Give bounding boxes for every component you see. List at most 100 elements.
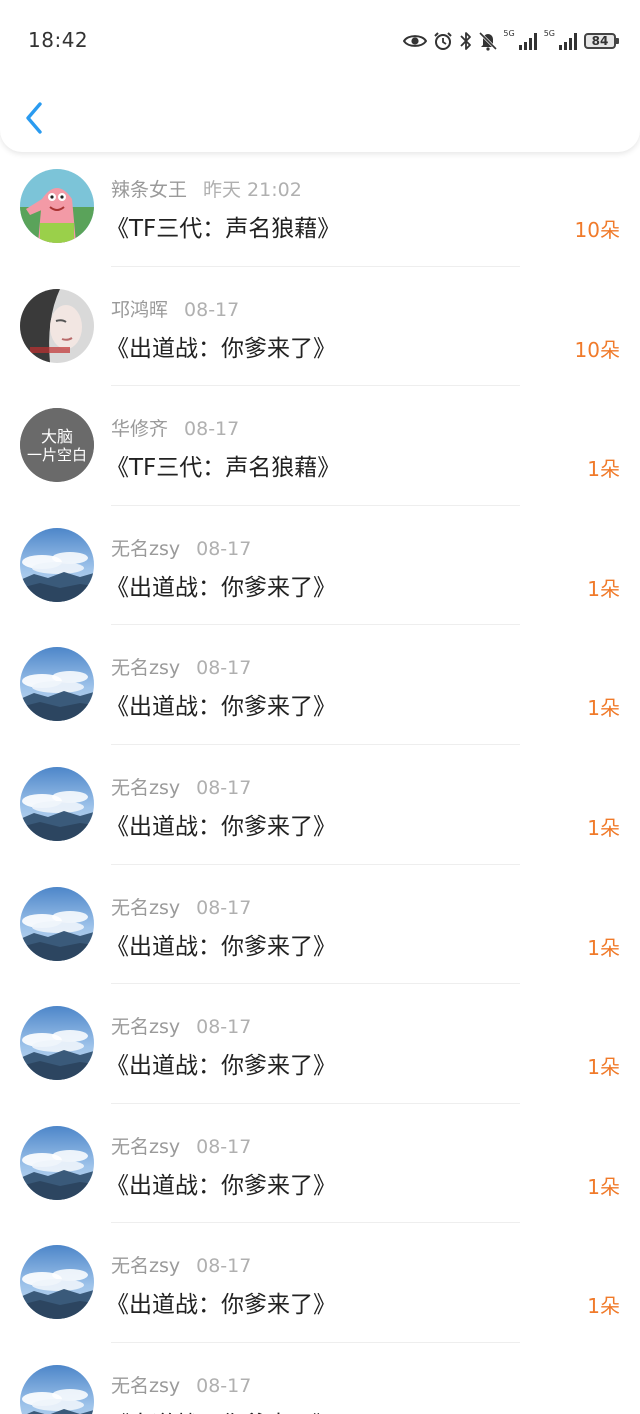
gift-date: 08-17 xyxy=(196,1016,252,1039)
flower-count: 1朵 xyxy=(587,1410,620,1414)
avatar[interactable] xyxy=(20,1245,94,1320)
sender-name[interactable]: 无名zsy xyxy=(111,897,180,919)
sender-meta: 无名zsy 08-17 xyxy=(111,1132,251,1159)
work-title: 《出道战：你爹来了》 xyxy=(106,1053,336,1080)
gift-date: 08-17 xyxy=(184,298,240,321)
chevron-left-icon xyxy=(26,102,42,134)
work-title: 《出道战：你爹来了》 xyxy=(106,1172,336,1199)
gift-record-row[interactable]: 无名zsy 08-17 《出道战：你爹来了》 1朵 xyxy=(0,1002,640,1122)
gift-record-row[interactable]: 辣条女王 昨天 21:02 《TF三代：声名狼藉》 10朵 xyxy=(0,165,640,285)
sender-name[interactable]: 邛鸿晖 xyxy=(111,299,168,321)
avatar[interactable] xyxy=(20,1006,94,1081)
back-button[interactable] xyxy=(14,96,54,140)
flower-count: 1朵 xyxy=(587,815,620,840)
status-icons: 5G 5G 84 xyxy=(403,28,619,54)
avatar[interactable] xyxy=(20,288,94,363)
sender-meta: 无名zsy 08-17 xyxy=(111,1251,251,1278)
sender-name[interactable]: 无名zsy xyxy=(111,1255,180,1277)
gift-record-row[interactable]: 无名zsy 08-17 《出道战：你爹来了》 1朵 xyxy=(0,763,640,883)
gift-record-row[interactable]: 无名zsy 08-17 《出道战：你爹来了》 1朵 xyxy=(0,1122,640,1242)
divider xyxy=(111,983,520,985)
flower-count: 10朵 xyxy=(574,218,620,242)
sender-meta: 无名zsy 08-17 xyxy=(111,653,251,680)
gift-record-row[interactable]: 无名zsy 08-17 《出道战：你爹来了》 1朵 xyxy=(0,1241,640,1361)
gift-date: 08-17 xyxy=(196,776,252,799)
signal-icon xyxy=(559,33,577,50)
sender-name[interactable]: 无名zsy xyxy=(111,1136,180,1158)
avatar[interactable] xyxy=(20,169,94,243)
divider xyxy=(111,1341,520,1343)
work-title: 《TF三代：声名狼藉》 xyxy=(106,455,341,482)
gift-record-row[interactable]: 无名zsy 08-17 《出道战：你爹来了》 1朵 xyxy=(0,643,640,763)
gift-record-row[interactable]: 大脑 一片空白 华修齐 08-17 《TF三代：声名狼藉》 1朵 xyxy=(0,404,640,524)
avatar[interactable] xyxy=(20,647,94,722)
gift-record-row[interactable]: 无名zsy 08-17 《出道战：你爹来了》 1朵 xyxy=(0,524,640,644)
sender-name[interactable]: 无名zsy xyxy=(111,1375,180,1397)
flower-count: 1朵 xyxy=(587,457,620,482)
divider xyxy=(111,265,520,267)
status-time: 18:42 xyxy=(28,28,89,52)
sender-meta: 辣条女王 昨天 21:02 xyxy=(111,175,302,202)
flower-count: 1朵 xyxy=(587,576,620,601)
flower-count: 1朵 xyxy=(587,696,620,721)
gift-record-list: 辣条女王 昨天 21:02 《TF三代：声名狼藉》 10朵 邛鸿晖 08-17 《出道战：… xyxy=(0,165,640,1414)
gift-date: 08-17 xyxy=(196,1374,252,1397)
divider xyxy=(111,1222,520,1224)
gift-record-row[interactable]: 无名zsy 08-17 《出道战：你爹来了》 1朵 xyxy=(0,883,640,1003)
divider xyxy=(111,624,520,626)
signal-icon xyxy=(518,33,537,50)
work-title: 《出道战：你爹来了》 xyxy=(106,1405,336,1414)
sender-meta: 华修齐 08-17 xyxy=(111,414,239,441)
avatar-text: 大脑 xyxy=(41,427,73,446)
sender-name[interactable]: 无名zsy xyxy=(111,1016,180,1038)
sender-meta: 无名zsy 08-17 xyxy=(111,1012,251,1039)
work-title: 《TF三代：声名狼藉》 xyxy=(106,216,341,242)
network-type-label: 5G xyxy=(543,29,555,38)
avatar-text: 一片空白 xyxy=(27,446,87,464)
avatar[interactable] xyxy=(20,1364,94,1414)
sender-meta: 无名zsy 08-17 xyxy=(111,893,251,920)
network-type-label: 5G xyxy=(503,29,515,38)
divider xyxy=(111,385,520,387)
flower-count: 1朵 xyxy=(587,1055,620,1080)
avatar[interactable] xyxy=(20,766,94,841)
sender-name[interactable]: 无名zsy xyxy=(111,538,180,560)
avatar[interactable] xyxy=(20,1125,94,1200)
gift-record-row[interactable]: 邛鸿晖 08-17 《出道战：你爹来了》 10朵 xyxy=(0,285,640,405)
status-bar: 18:42 5G 5G 84 xyxy=(0,0,640,80)
flower-count: 10朵 xyxy=(574,337,620,362)
work-title: 《出道战：你爹来了》 xyxy=(106,694,336,721)
eye-icon xyxy=(403,35,428,47)
gift-record-row[interactable]: 无名zsy 08-17 《出道战：你爹来了》 1朵 xyxy=(0,1361,640,1414)
work-title: 《出道战：你爹来了》 xyxy=(106,1292,336,1319)
sender-meta: 无名zsy 08-17 xyxy=(111,1371,251,1398)
work-title: 《出道战：你爹来了》 xyxy=(106,335,336,362)
battery-indicator: 84 xyxy=(584,33,619,49)
work-title: 《出道战：你爹来了》 xyxy=(106,933,336,960)
flower-count: 1朵 xyxy=(587,1174,620,1199)
sender-meta: 邛鸿晖 08-17 xyxy=(111,295,239,322)
alarm-icon xyxy=(434,32,453,50)
gift-date: 08-17 xyxy=(196,537,252,560)
bluetooth-icon xyxy=(460,32,472,50)
sender-name[interactable]: 辣条女王 xyxy=(111,179,187,201)
gift-date: 08-17 xyxy=(196,896,252,919)
sender-meta: 无名zsy 08-17 xyxy=(111,534,251,561)
gift-date: 08-17 xyxy=(196,1135,252,1158)
sender-meta: 无名zsy 08-17 xyxy=(111,773,251,800)
sender-name[interactable]: 无名zsy xyxy=(111,657,180,679)
gift-date: 08-17 xyxy=(196,1255,252,1278)
avatar[interactable] xyxy=(20,527,94,602)
sender-name[interactable]: 华修齐 xyxy=(111,418,168,440)
sender-name[interactable]: 无名zsy xyxy=(111,777,180,799)
flower-count: 1朵 xyxy=(587,935,620,960)
gift-date: 08-17 xyxy=(196,657,252,680)
gift-date: 08-17 xyxy=(184,418,240,441)
divider xyxy=(111,504,520,506)
work-title: 《出道战：你爹来了》 xyxy=(106,813,336,840)
top-bar: 18:42 5G 5G 84 xyxy=(0,0,640,152)
avatar[interactable]: 大脑 一片空白 xyxy=(20,408,94,483)
gift-date: 昨天 21:02 xyxy=(203,179,302,201)
bell-muted-icon xyxy=(479,31,498,51)
avatar[interactable] xyxy=(20,886,94,961)
